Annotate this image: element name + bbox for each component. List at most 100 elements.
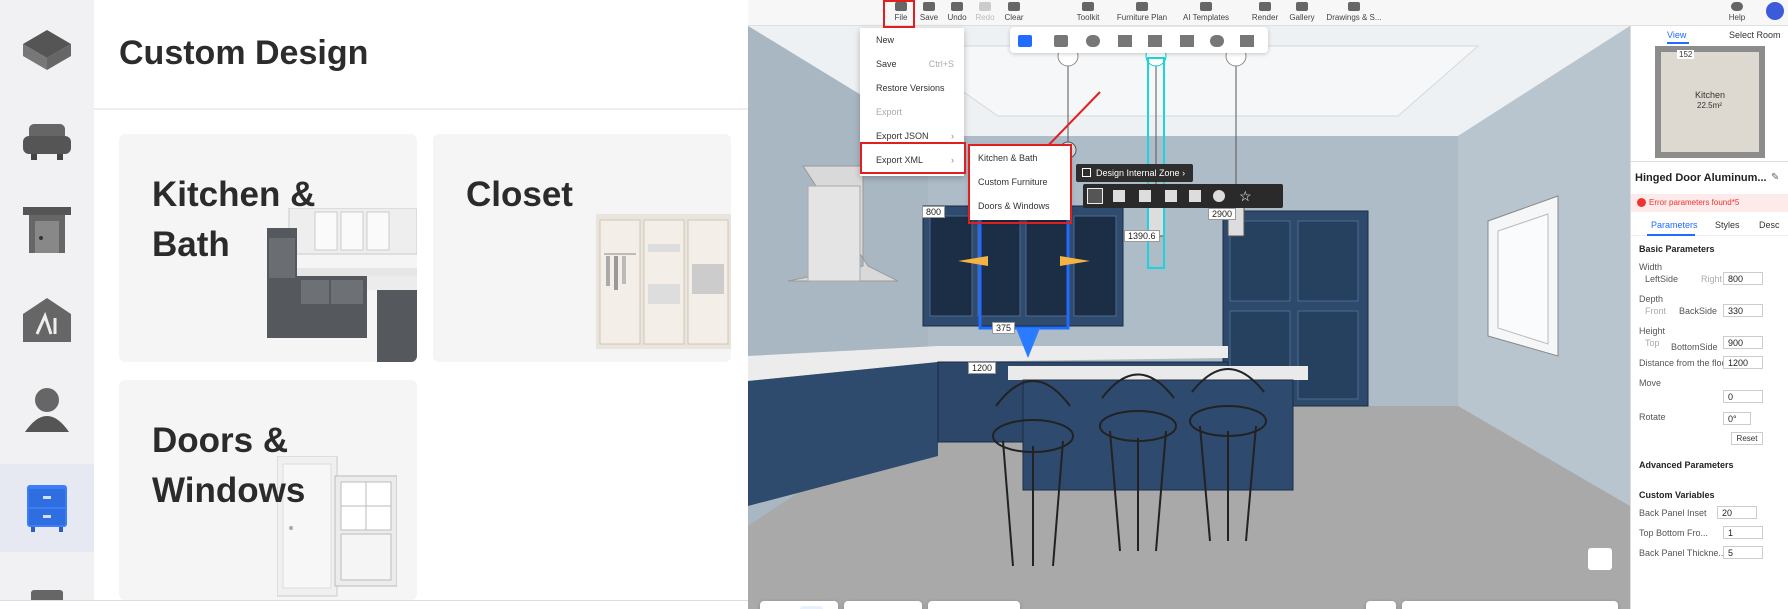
rotate-icon[interactable] — [1213, 190, 1225, 202]
floor-plan[interactable]: 152 Kitchen 22.5m² — [1655, 46, 1765, 158]
more-category-icon[interactable] — [0, 560, 94, 600]
move-label: Move — [1639, 378, 1662, 388]
width-left-option[interactable]: LeftSide — [1645, 274, 1678, 284]
top-bottom-label: Top Bottom Fro... — [1639, 528, 1709, 538]
tab-select-room[interactable]: Select Room — [1729, 30, 1781, 40]
measure-icon[interactable] — [1148, 35, 1162, 47]
furniture-plan-button[interactable]: Furniture Plan — [1114, 0, 1170, 26]
closet-illustration — [596, 214, 731, 349]
back-panel-inset-field[interactable]: 20 — [1717, 506, 1757, 519]
avatar[interactable] — [1766, 2, 1784, 20]
room-area: 22.5m² — [1697, 101, 1722, 110]
align-icon[interactable] — [1189, 190, 1201, 202]
width-right-option[interactable]: Right — [1701, 274, 1722, 284]
redo-button[interactable]: Redo — [972, 0, 998, 26]
render-button[interactable]: Render — [1250, 0, 1280, 26]
custom-design-panel: Custom Design Kitchen & Bath Closet Doors… — [0, 0, 748, 609]
save-button[interactable]: Save — [916, 0, 942, 26]
tab-parameters[interactable]: Parameters — [1651, 220, 1698, 230]
category-label: Kitchen & Bath — [152, 175, 316, 264]
copy-icon[interactable] — [1113, 190, 1125, 202]
view-mode-switch: 2D 3D — [760, 601, 838, 609]
export-xml-highlight — [860, 142, 966, 174]
file-highlight — [883, 0, 915, 28]
sofa-icon[interactable] — [0, 96, 94, 184]
header: Custom Design — [94, 0, 748, 110]
gallery-button[interactable]: Gallery — [1286, 0, 1318, 26]
toggle-tools — [1366, 601, 1396, 609]
category-label: Doors & Windows — [152, 421, 306, 510]
back-panel-thickness-label: Back Panel Thickne... — [1639, 548, 1726, 558]
room-name: Kitchen — [1695, 90, 1726, 100]
undo-button[interactable]: Undo — [944, 0, 970, 26]
properties-panel: View Select Room 152 Kitchen 22.5m² Hing… — [1630, 26, 1788, 609]
panel-tabs: Parameters Styles Desc — [1631, 216, 1788, 236]
page-title: Custom Design — [119, 34, 369, 72]
toolkit-button[interactable]: Toolkit — [1072, 0, 1104, 26]
cube-icon[interactable] — [0, 6, 94, 94]
paint-icon[interactable] — [1054, 35, 1068, 47]
tools-icon[interactable] — [1180, 35, 1194, 47]
material-icon[interactable] — [1086, 35, 1100, 47]
menu-restore-versions[interactable]: Restore Versions — [860, 76, 964, 100]
favorite-star-icon[interactable]: ☆ — [1239, 188, 1252, 205]
height-field[interactable]: 900 — [1723, 336, 1763, 349]
back-panel-thickness-field[interactable]: 5 — [1723, 546, 1763, 559]
zone-icon — [1082, 168, 1091, 177]
dim-label: 1200 — [968, 362, 997, 374]
clear-button[interactable]: Clear — [1000, 0, 1028, 26]
cabinet-icon[interactable] — [0, 464, 94, 552]
select-mode-icon[interactable] — [1018, 35, 1032, 47]
bottom-ruler — [0, 600, 748, 609]
depth-back-option[interactable]: BackSide — [1679, 306, 1717, 316]
top-bottom-field[interactable]: 1 — [1723, 526, 1763, 539]
category-label: Closet — [466, 175, 573, 214]
edit-icon[interactable]: ✎ — [1771, 172, 1779, 183]
error-banner: Error parameters found*5 — [1631, 194, 1788, 212]
width-label: Width — [1639, 262, 1663, 272]
advanced-params-heading[interactable]: Advanced Parameters — [1639, 460, 1734, 470]
panel-title: Hinged Door Aluminum... — [1635, 172, 1767, 184]
help-button[interactable]: Help — [1726, 0, 1748, 26]
trash-icon[interactable] — [1139, 190, 1151, 202]
menu-new[interactable]: New — [860, 28, 964, 52]
person-icon[interactable] — [0, 366, 94, 454]
error-icon — [1637, 198, 1646, 207]
design-internal-zone-tooltip[interactable]: Design Internal Zone › — [1076, 164, 1194, 182]
width-field[interactable]: 800 — [1723, 272, 1763, 285]
resize-icon[interactable] — [1087, 188, 1103, 204]
door-icon[interactable] — [0, 186, 94, 274]
floor-distance-label: Distance from the floor — [1639, 358, 1730, 368]
dim-label: 2900 — [1208, 208, 1237, 220]
rotate-field[interactable]: 0° — [1723, 412, 1751, 425]
category-card-closet[interactable]: Closet — [433, 134, 731, 362]
drawings-button[interactable]: Drawings & S... — [1324, 0, 1384, 26]
custom-variables-heading[interactable]: Custom Variables — [1639, 490, 1715, 500]
ai-house-icon[interactable] — [0, 276, 94, 364]
tab-view[interactable]: View — [1667, 30, 1686, 40]
height-top-option[interactable]: Top — [1645, 338, 1660, 348]
tab-indicator — [1667, 42, 1689, 44]
zoom-controls: ⊖ ⊕ — [1402, 601, 1618, 609]
ai-templates-button[interactable]: AI Templates — [1180, 0, 1232, 26]
category-icon-bar — [0, 0, 94, 600]
camera-icon[interactable] — [1210, 35, 1224, 47]
menu-save[interactable]: Save Ctrl+S — [860, 52, 964, 76]
rotate-label: Rotate — [1639, 412, 1666, 422]
depth-front-option[interactable]: Front — [1645, 306, 1666, 316]
delete-icon[interactable] — [1240, 35, 1254, 47]
focus-icon[interactable] — [1118, 35, 1132, 47]
floor-distance-field[interactable]: 1200 — [1723, 356, 1763, 369]
reset-button[interactable]: Reset — [1731, 432, 1763, 445]
move-field[interactable]: 0 — [1723, 390, 1763, 403]
height-bottom-option[interactable]: BottomSide — [1671, 342, 1718, 352]
mirror-icon[interactable] — [1165, 190, 1177, 202]
depth-field[interactable]: 330 — [1723, 304, 1763, 317]
category-card-kitchen-bath[interactable]: Kitchen & Bath — [119, 134, 417, 362]
height-label: Height — [1639, 326, 1666, 336]
clipboard-icon[interactable] — [1588, 548, 1612, 570]
dim-label: 800 — [922, 206, 946, 218]
category-card-doors-windows[interactable]: Doors & Windows — [119, 380, 417, 600]
tab-desc[interactable]: Desc — [1759, 220, 1780, 230]
tab-styles[interactable]: Styles — [1715, 220, 1740, 230]
